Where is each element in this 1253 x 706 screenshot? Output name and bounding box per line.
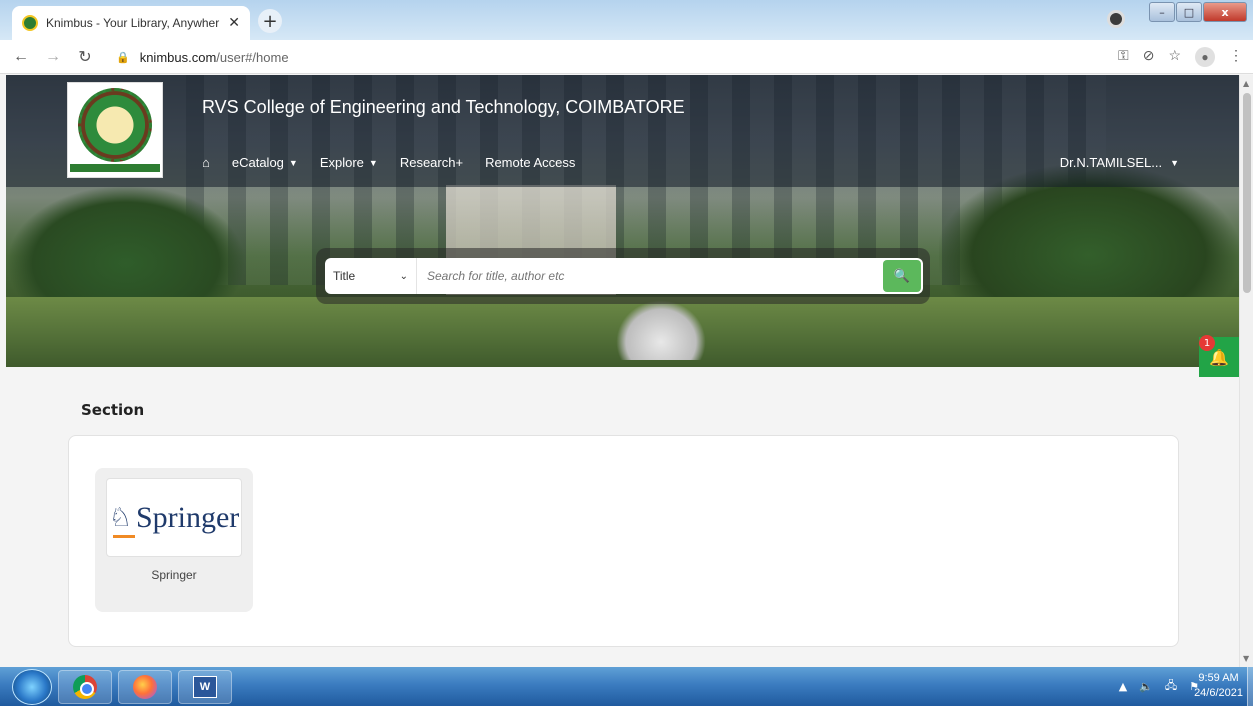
nav-ecatalog[interactable]: eCatalog ▼	[232, 155, 298, 170]
nav-explore-label: Explore	[319, 155, 364, 170]
clock-date: 24/6/2021	[1194, 687, 1243, 699]
springer-logo: ♘ Springer	[106, 478, 242, 557]
scroll-down-arrow-icon[interactable]: ▼	[1243, 654, 1249, 663]
back-arrow-icon[interactable]: ←	[10, 48, 32, 66]
network-icon[interactable]: 🖧	[1165, 677, 1177, 696]
tab-close-icon[interactable]: ✕	[228, 15, 240, 31]
browser-tab-knimbus[interactable]: Knimbus - Your Library, Anywher ✕	[12, 6, 250, 40]
main-nav: ⌂ eCatalog ▼ Explore ▼ Research+ Remote …	[202, 155, 597, 170]
close-window-button[interactable]: x	[1203, 2, 1247, 22]
profile-avatar-icon[interactable]: ●	[1195, 47, 1215, 67]
system-tray: ▲ 🔈 🖧 ⚑	[1119, 667, 1199, 706]
section-title: Section	[81, 401, 145, 419]
show-hidden-icons-icon[interactable]: ▲	[1119, 680, 1127, 693]
nav-remote-access-label: Remote Access	[485, 155, 576, 170]
url-field[interactable]: 🔒 knimbus.com /user#/home	[116, 45, 1076, 69]
url-path: /user#/home	[216, 49, 289, 65]
clock-time: 9:59 AM	[1198, 672, 1239, 684]
star-bookmark-icon[interactable]: ☆	[1168, 47, 1181, 67]
nav-research-label: Research+	[399, 155, 464, 170]
windows-taskbar: W ▲ 🔈 🖧 ⚑ 9:59 AM 24/6/2021	[0, 667, 1253, 706]
start-button[interactable]	[12, 668, 52, 705]
notification-button[interactable]: 🔔 1	[1199, 335, 1239, 377]
publisher-tile-springer[interactable]: ♘ Springer Springer	[95, 468, 253, 612]
trees-left	[6, 185, 246, 315]
header-overlay	[6, 75, 1239, 187]
springer-orange-bar	[113, 535, 135, 538]
maximize-button[interactable]: □	[1176, 2, 1202, 22]
browser-tabstrip: Knimbus - Your Library, Anywher ✕ + – □ …	[0, 0, 1253, 40]
taskbar-clock[interactable]: 9:59 AM 24/6/2021	[1194, 671, 1243, 701]
taskbar-word-button[interactable]: W	[178, 669, 232, 704]
caret-down-icon: ▼	[368, 157, 378, 168]
search-panel: Title ⌄ 🔍	[316, 248, 930, 304]
college-name: RVS College of Engineering and Technolog…	[202, 97, 685, 117]
scrollbar-thumb[interactable]	[1243, 93, 1251, 293]
college-emblem-icon	[78, 88, 152, 162]
chrome-icon	[73, 674, 97, 699]
logo-ribbon	[70, 164, 160, 172]
address-bar-actions: ⚿ ⊘ ☆ ● ⋮	[1118, 47, 1243, 67]
chevron-down-icon: ⌄	[399, 270, 408, 282]
search-input[interactable]	[417, 259, 883, 293]
user-name: Dr.N.TAMILSEL...	[1059, 155, 1163, 170]
search-bar: Title ⌄ 🔍	[325, 258, 923, 294]
lock-icon: 🔒	[116, 51, 130, 64]
word-icon: W	[193, 675, 217, 698]
nav-remote-access[interactable]: Remote Access	[485, 155, 575, 170]
volume-icon[interactable]: 🔈	[1139, 680, 1153, 693]
address-bar: ← → ↻ 🔒 knimbus.com /user#/home ⚿ ⊘ ☆ ● …	[0, 40, 1253, 74]
search-button[interactable]: 🔍	[883, 260, 921, 292]
springer-logo-text: Springer	[135, 500, 240, 534]
section-card: ♘ Springer Springer	[68, 435, 1179, 647]
more-menu-icon[interactable]: ⋮	[1229, 47, 1243, 67]
notification-count-badge: 1	[1199, 335, 1215, 351]
eye-slash-icon[interactable]: ⊘	[1143, 47, 1155, 67]
tile-caption: Springer	[151, 568, 197, 582]
home-icon[interactable]: ⌂	[202, 155, 210, 170]
page-scrollbar[interactable]: ▲ ▼	[1239, 75, 1253, 667]
forward-arrow-icon[interactable]: →	[42, 48, 64, 66]
url-domain: knimbus.com	[139, 49, 217, 65]
hero-banner: RVS College of Engineering and Technolog…	[6, 75, 1239, 367]
show-desktop-button[interactable]	[1247, 667, 1253, 706]
caret-down-icon: ▼	[1170, 157, 1179, 168]
taskbar-chrome-button[interactable]	[58, 669, 112, 704]
browser-profile-indicator-icon[interactable]	[1107, 10, 1125, 28]
bell-icon: 🔔	[1209, 347, 1229, 367]
key-icon[interactable]: ⚿	[1118, 47, 1129, 67]
reload-icon[interactable]: ↻	[74, 47, 96, 67]
new-tab-button[interactable]: +	[258, 9, 282, 33]
search-icon: 🔍	[893, 268, 911, 284]
caret-down-icon: ▼	[288, 157, 298, 168]
tab-title: Knimbus - Your Library, Anywher	[46, 16, 220, 30]
window-controls: – □ x	[1148, 2, 1247, 22]
firefox-icon	[133, 674, 157, 699]
springer-horse-icon: ♘	[108, 502, 132, 533]
knimbus-favicon-icon	[22, 15, 38, 31]
scroll-up-arrow-icon[interactable]: ▲	[1243, 79, 1249, 88]
user-menu[interactable]: Dr.N.TAMILSEL... ▼	[1060, 155, 1179, 170]
page-viewport: RVS College of Engineering and Technolog…	[6, 75, 1239, 667]
nav-ecatalog-label: eCatalog	[231, 155, 284, 170]
taskbar-firefox-button[interactable]	[118, 669, 172, 704]
swan-statue	[616, 300, 706, 360]
search-field-select[interactable]: Title ⌄	[325, 258, 417, 294]
trees-right	[939, 165, 1239, 315]
college-logo[interactable]	[67, 82, 163, 178]
minimize-button[interactable]: –	[1149, 2, 1175, 22]
nav-explore[interactable]: Explore ▼	[320, 155, 378, 170]
nav-research-plus[interactable]: Research+	[400, 155, 463, 170]
search-field-selected: Title	[333, 269, 356, 283]
